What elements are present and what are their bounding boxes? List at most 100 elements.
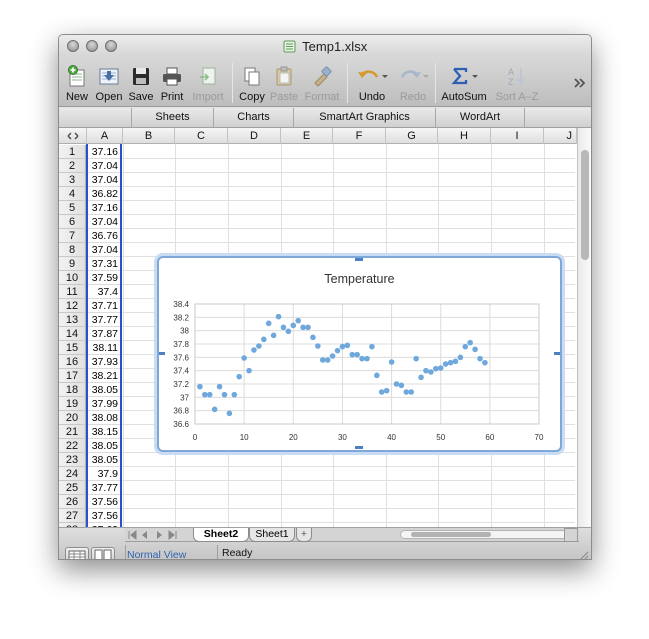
vertical-scrollbar[interactable] [577, 128, 591, 527]
tab-wordart[interactable]: WordArt [435, 108, 525, 127]
tab-sheets[interactable]: Sheets [131, 108, 213, 127]
cell-a[interactable]: 37.59 [87, 271, 120, 285]
select-all-button[interactable] [59, 128, 87, 144]
row-header[interactable]: 26 [59, 495, 86, 509]
cell-a[interactable]: 37.99 [87, 397, 120, 411]
page-layout-view-button[interactable] [91, 547, 115, 559]
row-header[interactable]: 24 [59, 467, 86, 481]
column-header-j[interactable]: J [544, 128, 577, 144]
cell-a[interactable]: 36.82 [87, 187, 120, 201]
row-header[interactable]: 6 [59, 215, 86, 229]
temperature-chart[interactable]: Temperature 36.6 36.8 37 37.2 37.4 37.6 37.8 38… [157, 256, 562, 452]
redo-button[interactable]: Redo [394, 61, 432, 105]
add-sheet-button[interactable]: + [296, 528, 312, 542]
column-header-i[interactable]: I [491, 128, 544, 144]
row-header[interactable]: 8 [59, 243, 86, 257]
row-header[interactable]: 13 [59, 313, 86, 327]
row-header[interactable]: 17 [59, 369, 86, 383]
horizontal-scroll-thumb[interactable] [411, 532, 491, 537]
import-button[interactable]: Import [189, 61, 227, 105]
sheet-tab-sheet1[interactable]: Sheet1 [249, 528, 295, 542]
row-header[interactable]: 11 [59, 285, 86, 299]
cell-a[interactable]: 38.11 [87, 341, 120, 355]
column-header-b[interactable]: B [123, 128, 175, 144]
row-header[interactable]: 19 [59, 397, 86, 411]
x-tick-label: 0 [193, 433, 198, 442]
row-header[interactable]: 15 [59, 341, 86, 355]
cell-a[interactable]: 36.76 [87, 229, 120, 243]
cell-a[interactable]: 37.56 [87, 495, 120, 509]
cell-a[interactable]: 38.05 [87, 453, 120, 467]
resize-grip-icon[interactable] [577, 549, 589, 560]
undo-button[interactable]: Undo [353, 61, 391, 105]
cell-a[interactable]: 37.9 [87, 467, 120, 481]
row-header[interactable]: 12 [59, 299, 86, 313]
redo-label: Redo [399, 91, 427, 103]
cell-a[interactable]: 37.16 [87, 145, 120, 159]
cell-a[interactable]: 37.04 [87, 243, 120, 257]
cell-a[interactable]: 37.77 [87, 481, 120, 495]
cell-a[interactable]: 37.77 [87, 313, 120, 327]
save-button[interactable]: Save [126, 61, 156, 105]
cell-a[interactable]: 37.04 [87, 159, 120, 173]
row-header[interactable]: 7 [59, 229, 86, 243]
row-header[interactable]: 2 [59, 159, 86, 173]
row-header[interactable]: 23 [59, 453, 86, 467]
row-header[interactable]: 1 [59, 145, 86, 159]
row-header[interactable]: 27 [59, 509, 86, 523]
row-header[interactable]: 21 [59, 425, 86, 439]
view-mode-label: Normal View [127, 549, 187, 560]
horizontal-scrollbar[interactable] [400, 530, 570, 539]
cell-a[interactable]: 38.05 [87, 439, 120, 453]
split-pane-handle[interactable] [564, 528, 578, 542]
sort-button[interactable]: A Z Sort A–Z [492, 61, 542, 105]
data-point [359, 355, 365, 362]
column-header-f[interactable]: F [333, 128, 386, 144]
cell-a[interactable]: 38.05 [87, 383, 120, 397]
column-header-d[interactable]: D [228, 128, 281, 144]
cell-a[interactable]: 37.71 [87, 299, 120, 313]
row-header[interactable]: 10 [59, 271, 86, 285]
column-header-e[interactable]: E [281, 128, 333, 144]
row-header[interactable]: 9 [59, 257, 86, 271]
row-header[interactable]: 14 [59, 327, 86, 341]
cell-a[interactable]: 38.15 [87, 425, 120, 439]
row-header[interactable]: 25 [59, 481, 86, 495]
new-button[interactable]: New [62, 61, 92, 105]
copy-button[interactable]: Copy [236, 61, 268, 105]
column-header-g[interactable]: G [386, 128, 438, 144]
format-button[interactable]: Format [302, 61, 342, 105]
cell-a[interactable]: 37.87 [87, 327, 120, 341]
cell-a[interactable]: 37.31 [87, 257, 120, 271]
sheet-tab-sheet2[interactable]: Sheet2 [193, 528, 249, 542]
sheet-nav-arrows-icon[interactable] [127, 530, 183, 540]
tab-smartart-graphics[interactable]: SmartArt Graphics [293, 108, 435, 127]
column-header-h[interactable]: H [438, 128, 491, 144]
cell-a[interactable]: 37.04 [87, 215, 120, 229]
row-header[interactable]: 20 [59, 411, 86, 425]
normal-view-button[interactable] [65, 547, 89, 559]
column-header-a[interactable]: A [87, 128, 123, 144]
cell-a[interactable]: 37.93 [87, 355, 120, 369]
column-header-c[interactable]: C [175, 128, 228, 144]
cell-a[interactable]: 38.08 [87, 411, 120, 425]
row-header[interactable]: 16 [59, 355, 86, 369]
row-header[interactable]: 3 [59, 173, 86, 187]
chart-plot: 36.6 36.8 37 37.2 37.4 37.6 37.8 38 38.2 38.4 0 10 2… [159, 258, 560, 449]
cell-a[interactable]: 37.04 [87, 173, 120, 187]
vertical-scroll-thumb[interactable] [581, 150, 589, 260]
cell-a[interactable]: 37.56 [87, 509, 120, 523]
row-header[interactable]: 4 [59, 187, 86, 201]
print-button[interactable]: Print [156, 61, 188, 105]
row-header[interactable]: 5 [59, 201, 86, 215]
paste-button[interactable]: Paste [268, 61, 300, 105]
autosum-button[interactable]: AutoSum [439, 61, 489, 105]
row-header[interactable]: 22 [59, 439, 86, 453]
cell-a[interactable]: 37.4 [87, 285, 120, 299]
row-header[interactable]: 18 [59, 383, 86, 397]
cell-a[interactable]: 38.21 [87, 369, 120, 383]
cell-a[interactable]: 37.16 [87, 201, 120, 215]
open-button[interactable]: Open [93, 61, 125, 105]
chevron-double-right-icon[interactable] [573, 77, 587, 89]
tab-charts[interactable]: Charts [213, 108, 293, 127]
